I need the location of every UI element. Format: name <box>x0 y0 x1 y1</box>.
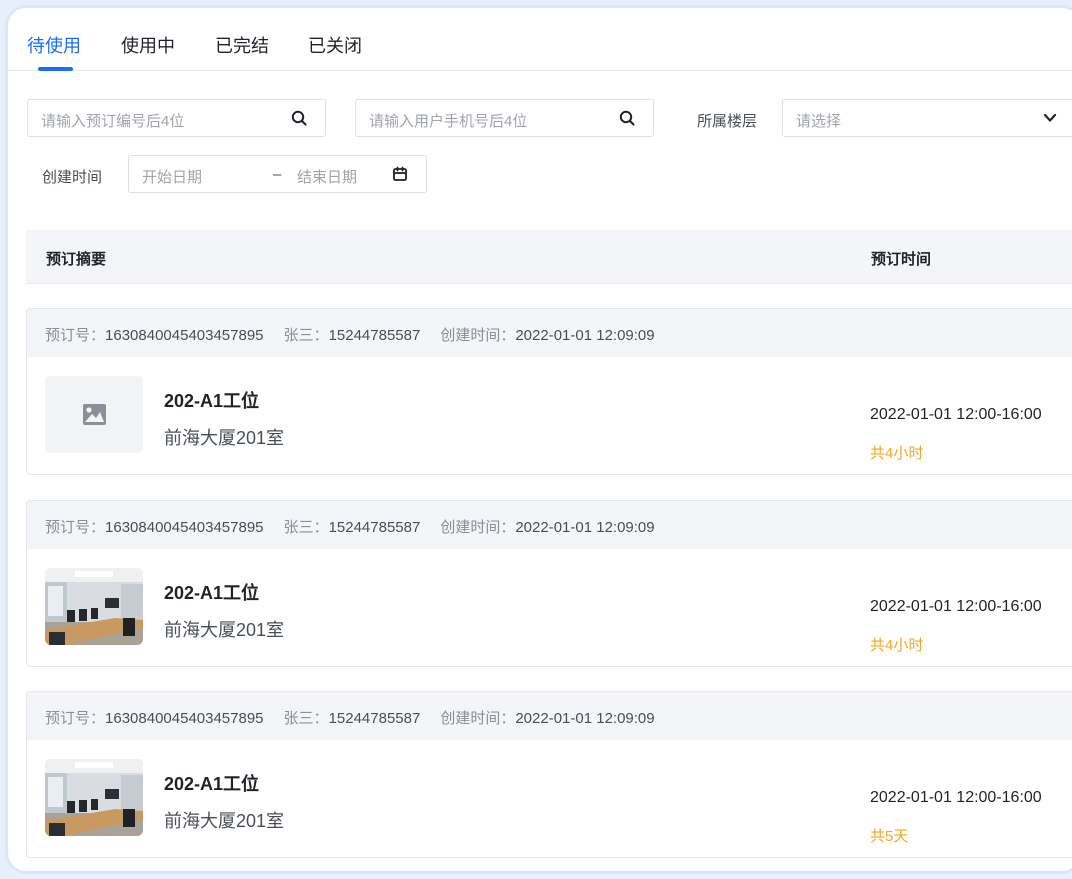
placeholder-image-icon <box>45 376 143 453</box>
order-number: 1630840045403457895 <box>105 710 264 727</box>
item-title: 202-A1工位 <box>164 774 260 794</box>
floor-label: 所属楼层 <box>697 113 758 130</box>
item-location: 前海大厦201室 <box>164 811 285 831</box>
item-thumbnail <box>45 759 143 836</box>
booking-time: 2022-01-01 12:00-16:00 <box>870 406 1042 423</box>
tab-completed[interactable]: 已完结 <box>215 32 269 58</box>
created-time: 2022-01-01 12:09:09 <box>515 327 655 344</box>
start-date-placeholder[interactable]: 开始日期 <box>142 166 202 187</box>
status-tabs: 待使用 使用中 已完结 已关闭 <box>8 8 1072 71</box>
order-header: 预订号：1630840045403457895 张三：15244785587 创建时… <box>27 501 1072 549</box>
tab-closed[interactable]: 已关闭 <box>308 32 362 58</box>
order-number-placeholder: 请输入预订编号后4位 <box>41 113 185 130</box>
order-header: 预订号：1630840045403457895 张三：15244785587 创建时… <box>27 309 1072 357</box>
order-meta: 预订号：1630840045403457895 张三：15244785587 创建时… <box>45 707 655 728</box>
created-time: 2022-01-01 12:09:09 <box>515 519 655 536</box>
active-tab-indicator <box>38 67 73 71</box>
column-booking-time: 预订时间 <box>871 251 932 268</box>
booking-time: 2022-01-01 12:00-16:00 <box>870 598 1042 615</box>
created-time: 2022-01-01 12:09:09 <box>515 710 655 727</box>
created-time-label: 创建时间： <box>440 710 516 727</box>
item-location: 前海大厦201室 <box>164 428 285 448</box>
user-name-label: 张三： <box>283 519 329 536</box>
search-icon[interactable] <box>618 109 636 127</box>
created-time-label: 创建时间 <box>42 169 103 186</box>
meeting-room-photo <box>45 759 143 836</box>
search-icon[interactable] <box>290 109 308 127</box>
user-phone: 15244785587 <box>328 519 421 536</box>
booking-time: 2022-01-01 12:00-16:00 <box>870 789 1042 806</box>
order-number: 1630840045403457895 <box>105 519 264 536</box>
booking-duration: 共4小时 <box>870 445 924 462</box>
floor-select[interactable]: 请选择 <box>782 99 1072 137</box>
item-thumbnail <box>45 568 143 645</box>
order-number-label: 预订号： <box>45 327 106 344</box>
order-header: 预订号：1630840045403457895 张三：15244785587 创建时… <box>27 692 1072 740</box>
created-time-label: 创建时间： <box>440 327 516 344</box>
order-number-label: 预订号： <box>45 710 106 727</box>
meeting-room-photo <box>45 568 143 645</box>
user-phone: 15244785587 <box>328 710 421 727</box>
booking-duration: 共4小时 <box>870 637 924 654</box>
tab-pending[interactable]: 待使用 <box>27 32 81 58</box>
item-thumbnail <box>45 376 143 453</box>
booking-panel: 待使用 使用中 已完结 已关闭 请输入预订编号后4位 请输入用户手机号后4位 所… <box>8 8 1072 871</box>
tab-in-use[interactable]: 使用中 <box>121 32 175 58</box>
item-title: 202-A1工位 <box>164 583 260 603</box>
item-title: 202-A1工位 <box>164 391 260 411</box>
range-separator: – <box>273 166 282 183</box>
user-name-label: 张三： <box>283 710 329 727</box>
order-card[interactable]: 预订号：1630840045403457895 张三：15244785587 创建时… <box>26 500 1072 667</box>
user-name-label: 张三： <box>283 327 329 344</box>
order-card[interactable]: 预订号：1630840045403457895 张三：15244785587 创建时… <box>26 308 1072 475</box>
phone-placeholder: 请输入用户手机号后4位 <box>369 113 528 130</box>
item-location: 前海大厦201室 <box>164 620 285 640</box>
order-meta: 预订号：1630840045403457895 张三：15244785587 创建时… <box>45 324 655 345</box>
booking-duration: 共5天 <box>870 828 909 845</box>
order-card[interactable]: 预订号：1630840045403457895 张三：15244785587 创建时… <box>26 691 1072 858</box>
order-number: 1630840045403457895 <box>105 327 264 344</box>
order-number-search-input[interactable]: 请输入预订编号后4位 <box>27 99 326 137</box>
chevron-down-icon <box>1043 113 1057 122</box>
phone-search-input[interactable]: 请输入用户手机号后4位 <box>355 99 654 137</box>
order-meta: 预订号：1630840045403457895 张三：15244785587 创建时… <box>45 516 655 537</box>
table-header: 预订摘要 预订时间 <box>26 230 1072 284</box>
created-time-label: 创建时间： <box>440 519 516 536</box>
user-phone: 15244785587 <box>328 327 421 344</box>
column-summary: 预订摘要 <box>46 251 107 268</box>
end-date-placeholder[interactable]: 结束日期 <box>297 166 357 187</box>
calendar-icon[interactable] <box>392 166 408 182</box>
date-range-picker[interactable]: 开始日期 – 结束日期 <box>128 155 427 193</box>
order-number-label: 预订号： <box>45 519 106 536</box>
floor-placeholder: 请选择 <box>796 113 842 130</box>
